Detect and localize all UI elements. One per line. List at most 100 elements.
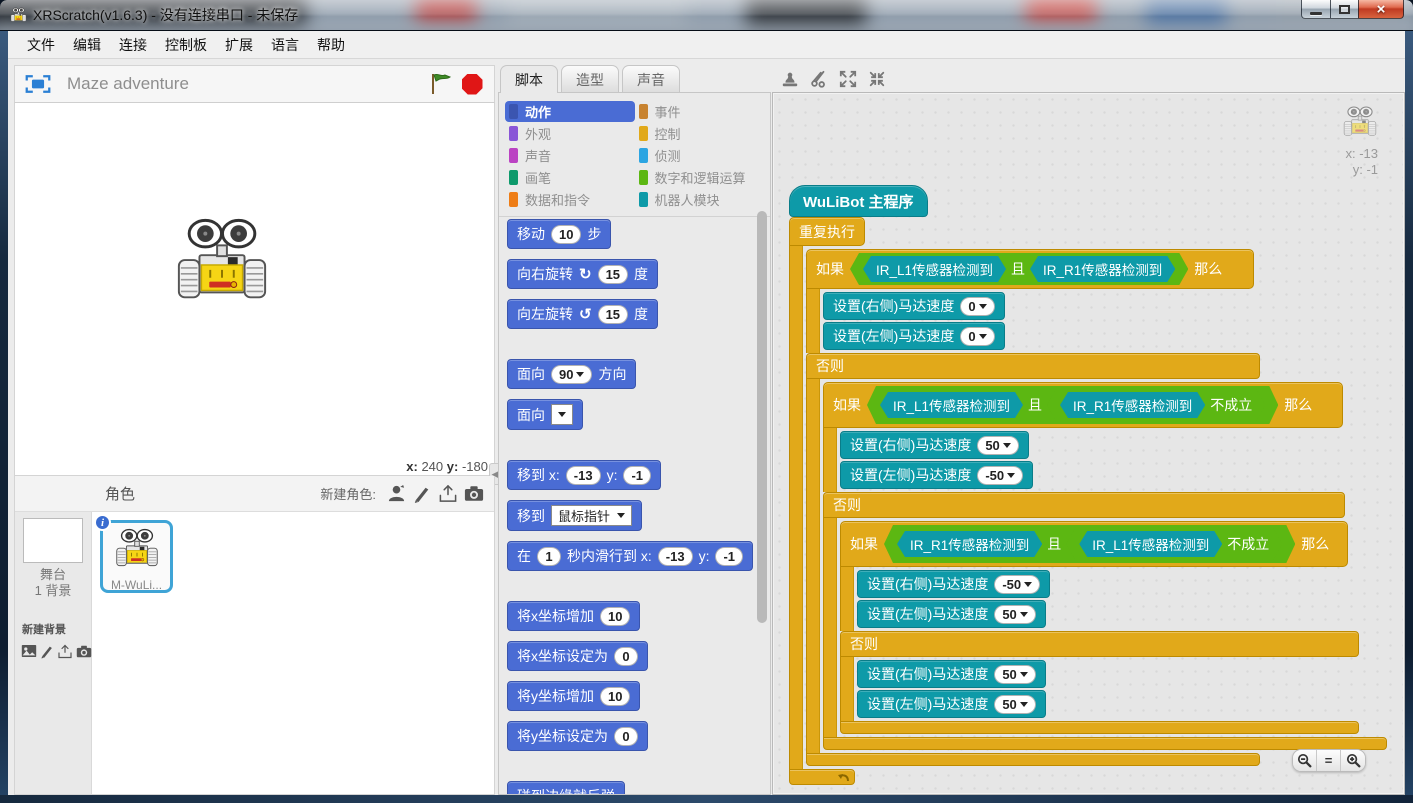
category-sensing[interactable]: 侦测 xyxy=(635,145,765,166)
seconds-input[interactable]: 1 xyxy=(537,547,561,566)
new-backdrop-camera-icon[interactable] xyxy=(76,640,92,662)
y-input[interactable]: -1 xyxy=(715,547,743,566)
sensor-ir-r1[interactable]: IR_R1传感器检测到 xyxy=(1060,392,1205,418)
set-right-motor-block[interactable]: 设置(右侧)马达速度0 xyxy=(823,292,1005,320)
category-sound[interactable]: 声音 xyxy=(505,145,635,166)
sensor-ir-l1[interactable]: IR_L1传感器检测到 xyxy=(1079,531,1222,557)
speed-dropdown[interactable]: -50 xyxy=(977,466,1023,485)
sensor-ir-r1[interactable]: IR_R1传感器检测到 xyxy=(1030,256,1175,282)
block-point-direction[interactable]: 面向90方向 xyxy=(507,359,636,389)
close-button[interactable]: × xyxy=(1358,0,1404,19)
minimize-button[interactable] xyxy=(1301,0,1331,19)
green-flag-button[interactable] xyxy=(429,72,453,96)
speed-dropdown[interactable]: 50 xyxy=(977,436,1018,455)
new-backdrop-upload-icon[interactable] xyxy=(57,640,73,662)
presentation-mode-icon[interactable] xyxy=(25,74,51,94)
new-backdrop-library-icon[interactable] xyxy=(21,640,37,662)
block-goto-xy[interactable]: 移到 x:-13y:-1 xyxy=(507,460,661,490)
if-else-block-3[interactable]: 如果 IR_R1传感器检测到 且 IR_L1传感器检测到 xyxy=(840,521,1359,734)
y-input[interactable]: -1 xyxy=(623,466,651,485)
new-sprite-camera-icon[interactable] xyxy=(462,483,486,505)
menu-extensions[interactable]: 扩展 xyxy=(216,31,262,59)
stage-canvas[interactable]: x: 240 y: -180 ◀ xyxy=(14,103,495,476)
block-set-x[interactable]: 将x坐标设定为0 xyxy=(507,641,648,671)
block-goto-mouse[interactable]: 移到鼠标指针 xyxy=(507,500,642,531)
title-bar[interactable]: XRScratch(v1.6.3) - 没有连接串口 - 未保存 × xyxy=(0,0,1413,31)
category-motion[interactable]: 动作 xyxy=(505,101,635,122)
sensor-ir-l1[interactable]: IR_L1传感器检测到 xyxy=(880,392,1023,418)
grow-sprite-icon[interactable] xyxy=(838,69,857,88)
new-sprite-library-icon[interactable] xyxy=(384,483,408,505)
block-turn-right[interactable]: 向右旋转↻15度 xyxy=(507,259,658,289)
direction-dropdown[interactable]: 90 xyxy=(551,365,592,384)
palette-scrollbar-thumb[interactable] xyxy=(757,211,767,623)
stage-thumbnail[interactable] xyxy=(23,518,83,563)
steps-input[interactable]: 10 xyxy=(551,225,581,244)
menu-connect[interactable]: 连接 xyxy=(110,31,156,59)
degrees-input[interactable]: 15 xyxy=(598,265,628,284)
zoom-out-button[interactable] xyxy=(1293,750,1317,771)
not-operator[interactable]: IR_R1传感器检测到 不成立 xyxy=(1047,389,1265,421)
category-robot[interactable]: 机器人模块 xyxy=(635,189,765,210)
set-right-motor-block[interactable]: 设置(右侧)马达速度-50 xyxy=(857,570,1050,598)
new-backdrop-paint-icon[interactable] xyxy=(40,640,54,662)
category-events[interactable]: 事件 xyxy=(635,101,765,122)
set-left-motor-block[interactable]: 设置(左侧)马达速度-50 xyxy=(840,461,1033,489)
if-else-block-2[interactable]: 如果 IR_L1传感器检测到 且 IR_R1传感器检测到 不成立 xyxy=(823,382,1387,750)
script-workspace[interactable]: x: -13 y: -1 WuLiBot 主程序 重复执行 xyxy=(772,92,1405,795)
if3-else-bar[interactable]: 否则 xyxy=(840,631,1359,657)
set-left-motor-block[interactable]: 设置(左侧)马达速度0 xyxy=(823,322,1005,350)
zoom-reset-button[interactable]: = xyxy=(1317,750,1341,771)
stop-button[interactable] xyxy=(460,72,484,96)
menu-language[interactable]: 语言 xyxy=(262,31,308,59)
x-input[interactable]: -13 xyxy=(658,547,693,566)
speed-dropdown[interactable]: 0 xyxy=(960,327,994,346)
block-set-y[interactable]: 将y坐标设定为0 xyxy=(507,721,648,751)
block-change-x[interactable]: 将x坐标增加10 xyxy=(507,601,640,631)
menu-edit[interactable]: 编辑 xyxy=(64,31,110,59)
zoom-in-button[interactable] xyxy=(1341,750,1365,771)
speed-dropdown[interactable]: 50 xyxy=(994,665,1035,684)
category-operators[interactable]: 数字和逻辑运算 xyxy=(635,167,765,188)
if1-else-bar[interactable]: 否则 xyxy=(806,353,1260,379)
speed-dropdown[interactable]: 0 xyxy=(960,297,994,316)
degrees-input[interactable]: 15 xyxy=(598,305,628,324)
if3-header[interactable]: 如果 IR_R1传感器检测到 且 IR_L1传感器检测到 xyxy=(840,521,1348,567)
tab-sounds[interactable]: 声音 xyxy=(622,65,680,93)
block-change-y[interactable]: 将y坐标增加10 xyxy=(507,681,640,711)
new-sprite-upload-icon[interactable] xyxy=(436,483,460,505)
dy-input[interactable]: 10 xyxy=(600,687,630,706)
tab-scripts[interactable]: 脚本 xyxy=(500,65,558,93)
set-left-motor-block[interactable]: 设置(左侧)马达速度50 xyxy=(857,600,1046,628)
if-else-block-1[interactable]: 如果 IR_L1传感器检测到 且 IR_R1传感器检测到 那么 xyxy=(806,249,1387,766)
if1-header[interactable]: 如果 IR_L1传感器检测到 且 IR_R1传感器检测到 那么 xyxy=(806,249,1254,289)
sensor-ir-l1[interactable]: IR_L1传感器检测到 xyxy=(863,256,1006,282)
set-left-motor-block[interactable]: 设置(左侧)马达速度50 xyxy=(857,690,1046,718)
if2-else-bar[interactable]: 否则 xyxy=(823,492,1345,518)
category-pen[interactable]: 画笔 xyxy=(505,167,635,188)
y-input[interactable]: 0 xyxy=(614,727,638,746)
and-operator[interactable]: IR_L1传感器检测到 且 IR_R1传感器检测到 不成立 xyxy=(867,386,1278,424)
hat-block-main-program[interactable]: WuLiBot 主程序 xyxy=(789,185,928,217)
dx-input[interactable]: 10 xyxy=(600,607,630,626)
category-control[interactable]: 控制 xyxy=(635,123,765,144)
tab-costumes[interactable]: 造型 xyxy=(561,65,619,93)
towards-dropdown[interactable] xyxy=(551,404,573,425)
stamp-duplicate-icon[interactable] xyxy=(780,69,799,88)
x-input[interactable]: 0 xyxy=(614,647,638,666)
if2-header[interactable]: 如果 IR_L1传感器检测到 且 IR_R1传感器检测到 不成立 xyxy=(823,382,1343,428)
block-bounce-on-edge[interactable]: 碰到边缘就反弹 xyxy=(507,781,625,794)
set-right-motor-block[interactable]: 设置(右侧)马达速度50 xyxy=(857,660,1046,688)
block-point-towards[interactable]: 面向 xyxy=(507,399,583,430)
category-data[interactable]: 数据和指令 xyxy=(505,189,635,210)
scissors-delete-icon[interactable] xyxy=(809,69,828,88)
and-operator[interactable]: IR_R1传感器检测到 且 IR_L1传感器检测到 不成立 xyxy=(884,525,1295,563)
block-turn-left[interactable]: 向左旋转↺15度 xyxy=(507,299,658,329)
shrink-sprite-icon[interactable] xyxy=(867,69,886,88)
sprite-card-wulibot[interactable]: i M-WuLi... xyxy=(100,520,173,593)
block-glide[interactable]: 在1秒内滑行到 x:-13y:-1 xyxy=(507,541,753,571)
goto-dropdown[interactable]: 鼠标指针 xyxy=(551,505,632,526)
set-right-motor-block[interactable]: 设置(右侧)马达速度50 xyxy=(840,431,1029,459)
not-operator[interactable]: IR_L1传感器检测到 不成立 xyxy=(1066,528,1282,560)
sprite-info-icon[interactable]: i xyxy=(94,514,111,531)
